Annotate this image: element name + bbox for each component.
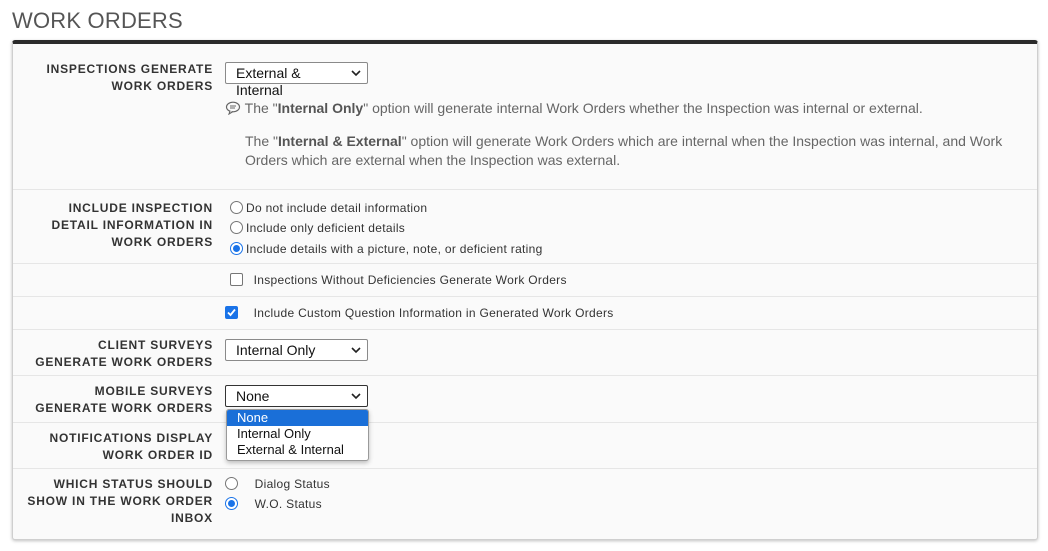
checkbox-option-without-deficiencies[interactable]: Inspections Without Deficiencies Generat… — [230, 273, 567, 287]
radio-no-detail[interactable] — [230, 201, 243, 214]
hint-internal-only: The "Internal Only" option will generate… — [244, 100, 923, 116]
radio-picture-note[interactable] — [230, 242, 243, 255]
label-mobile-surveys: MOBILE SURVEYS GENERATE WORK ORDERS — [35, 384, 213, 415]
label-client-surveys: CLIENT SURVEYS GENERATE WORK ORDERS — [35, 338, 213, 369]
row-inbox-status: WHICH STATUS SHOULD SHOW IN THE WORK ORD… — [13, 469, 1037, 540]
label-notifications: NOTIFICATIONS DISPLAY WORK ORDER ID — [49, 431, 213, 462]
radio-option-deficient-only[interactable]: Include only deficient details — [230, 221, 405, 235]
radio-dialog-status[interactable] — [225, 477, 238, 490]
checkbox-custom-question[interactable] — [225, 306, 238, 319]
client-surveys-select[interactable]: Internal Only — [225, 339, 368, 361]
row-notifications: NOTIFICATIONS DISPLAY WORK ORDER ID — [13, 423, 1037, 469]
dropdown-option-external-internal[interactable]: External & Internal — [227, 442, 368, 458]
chevron-down-icon — [351, 70, 361, 77]
mobile-surveys-select[interactable]: None — [225, 385, 368, 407]
check-icon — [227, 308, 236, 317]
checkbox-without-deficiencies[interactable] — [230, 273, 243, 286]
page-title: WORK ORDERS — [12, 8, 183, 33]
mobile-surveys-dropdown: None Internal Only External & Internal — [226, 409, 369, 461]
chevron-down-icon — [351, 347, 361, 354]
checkbox-option-custom-question[interactable]: Include Custom Question Information in G… — [225, 306, 614, 320]
inspections-generate-value: External & Internal — [236, 65, 301, 98]
chevron-down-icon — [351, 393, 361, 400]
radio-option-no-detail[interactable]: Do not include detail information — [230, 201, 427, 215]
hint-internal-external: The "Internal & External" option will ge… — [245, 133, 1003, 168]
mobile-surveys-value: None — [236, 388, 270, 404]
row-client-surveys: CLIENT SURVEYS GENERATE WORK ORDERS Inte… — [13, 330, 1037, 376]
label-include-detail: INCLUDE INSPECTION DETAIL INFORMATION IN… — [51, 201, 213, 249]
dropdown-option-none[interactable]: None — [227, 410, 368, 426]
row-mobile-surveys: MOBILE SURVEYS GENERATE WORK ORDERS None — [13, 376, 1037, 423]
work-orders-panel: INSPECTIONS GENERATE WORK ORDERS Externa… — [12, 40, 1038, 540]
radio-option-wo-status[interactable]: W.O. Status — [225, 497, 322, 511]
dropdown-option-internal-only[interactable]: Internal Only — [227, 426, 368, 442]
label-inbox-status: WHICH STATUS SHOULD SHOW IN THE WORK ORD… — [27, 477, 213, 525]
row-inspections-generate: INSPECTIONS GENERATE WORK ORDERS Externa… — [13, 44, 1037, 190]
row-include-detail: INCLUDE INSPECTION DETAIL INFORMATION IN… — [13, 190, 1037, 264]
label-inspections-generate: INSPECTIONS GENERATE WORK ORDERS — [46, 62, 213, 93]
row-custom-question: Include Custom Question Information in G… — [13, 297, 1037, 330]
client-surveys-value: Internal Only — [236, 342, 316, 358]
radio-wo-status[interactable] — [225, 497, 238, 510]
radio-deficient-only[interactable] — [230, 221, 243, 234]
inspections-generate-select[interactable]: External & Internal — [225, 62, 368, 98]
chat-bubble-icon — [225, 101, 241, 116]
radio-option-picture-note[interactable]: Include details with a picture, note, or… — [230, 242, 543, 256]
radio-option-dialog-status[interactable]: Dialog Status — [225, 477, 330, 491]
row-without-deficiencies: Inspections Without Deficiencies Generat… — [13, 264, 1037, 297]
